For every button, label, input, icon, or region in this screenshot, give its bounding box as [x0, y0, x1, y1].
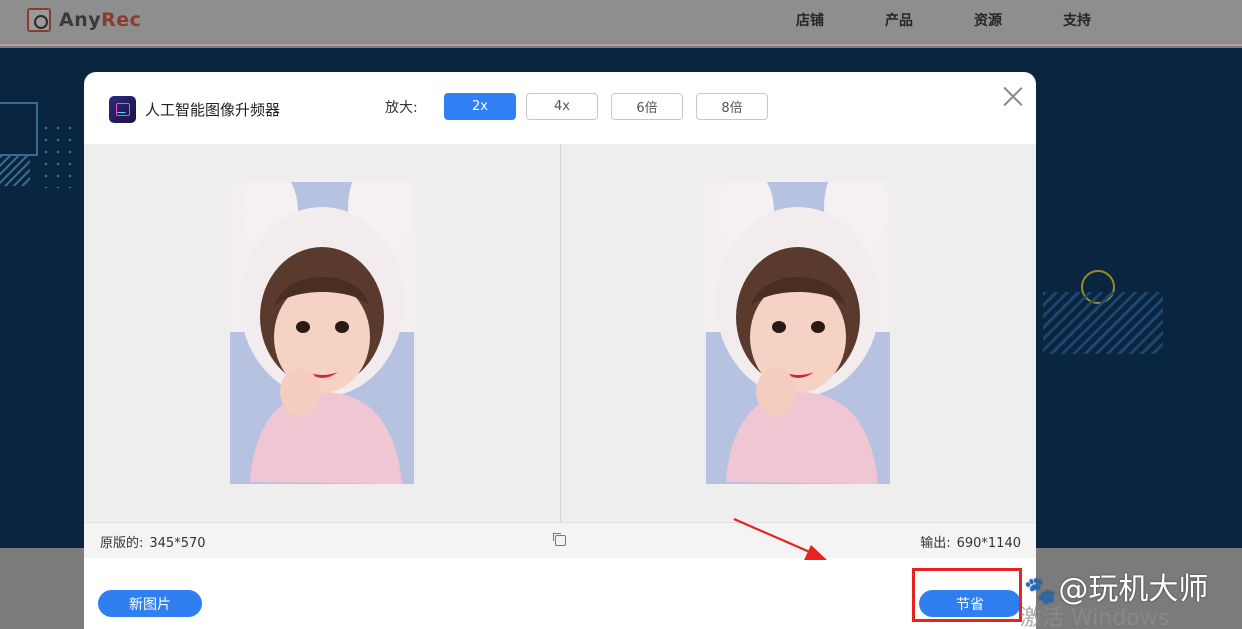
logo-text: AnyRec [59, 9, 142, 31]
nav-support[interactable]: 支持 [1063, 10, 1091, 30]
decorative-square [0, 102, 38, 156]
nav-store[interactable]: 店铺 [796, 10, 824, 30]
dialog-title: 人工智能图像升频器 [145, 101, 281, 119]
activate-windows-text: 激活 Windows [1020, 606, 1170, 629]
close-icon[interactable] [1002, 85, 1024, 107]
decorative-chevrons [1043, 292, 1163, 354]
logo-icon [27, 8, 51, 32]
original-image [230, 182, 414, 484]
original-size-label: 原版的: [100, 536, 144, 551]
upscaled-image [706, 182, 890, 484]
original-size-info: 原版的: 345*570 [100, 532, 206, 551]
anyrec-logo[interactable]: AnyRec [27, 8, 141, 32]
comparison-area [84, 144, 1036, 522]
output-size-info: 输出: 690*1140 [920, 532, 1021, 551]
comparison-divider[interactable] [560, 144, 561, 522]
scale-8x-button[interactable]: 8倍 [696, 93, 768, 120]
new-image-button[interactable]: 新图片 [98, 590, 202, 617]
site-header: AnyRec 店铺 产品 资源 支持 [0, 0, 1242, 46]
dialog-header: 人工智能图像升频器 放大: 2x 4x 6倍 8倍 [84, 72, 1036, 144]
output-size-label: 输出: [920, 536, 951, 551]
output-size-value: 690*1140 [956, 536, 1021, 551]
compare-toggle-icon[interactable] [553, 533, 566, 546]
original-size-value: 345*570 [149, 536, 206, 551]
nav-resources[interactable]: 资源 [974, 10, 1002, 30]
image-info-bar: 原版的: 345*570 输出: 690*1140 [84, 522, 1036, 558]
decorative-dots [40, 122, 78, 188]
annotation-highlight-box [912, 568, 1022, 622]
nav-products[interactable]: 产品 [885, 10, 913, 30]
scale-4x-button[interactable]: 4x [526, 93, 598, 120]
upscaler-dialog: 人工智能图像升频器 放大: 2x 4x 6倍 8倍 原版的: 345*570 输… [84, 72, 1036, 629]
decorative-stripes [0, 156, 30, 186]
scale-2x-button[interactable]: 2x [444, 93, 516, 120]
scale-6x-button[interactable]: 6倍 [611, 93, 683, 120]
scale-label: 放大: [385, 100, 418, 116]
upscaler-app-icon [109, 96, 136, 123]
